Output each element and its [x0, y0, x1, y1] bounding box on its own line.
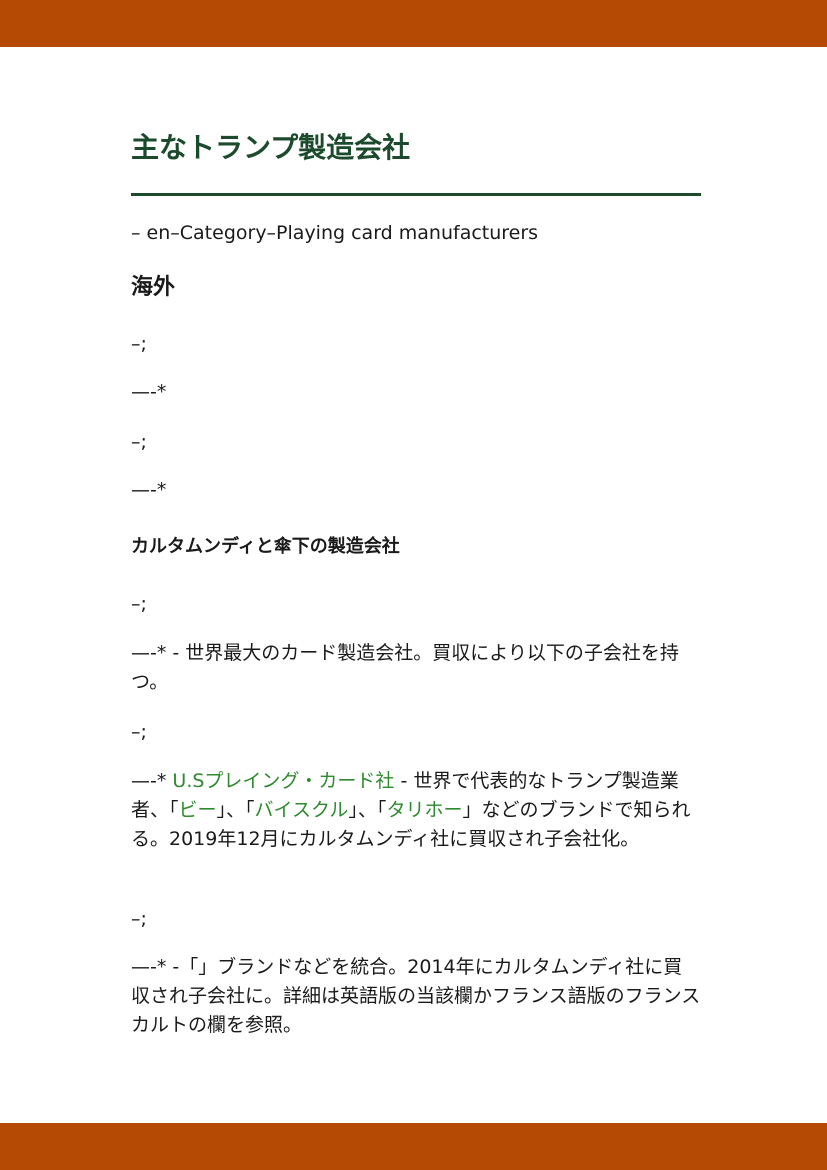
page-title: 主なトランプ製造会社: [131, 131, 411, 164]
section-heading-cartamundi: カルタムンディと傘下の製造会社: [131, 536, 400, 557]
item-text: 」、「: [348, 799, 387, 821]
list-marker: –;: [131, 431, 147, 453]
list-marker: —-*: [131, 479, 167, 501]
link-bicycle[interactable]: バイスクル: [255, 799, 349, 821]
list-item-france-cartes: —-* -「」ブランドなどを統合。2014年にカルタムンディ社に買収され子会社に…: [131, 956, 701, 1036]
list-marker: –;: [131, 721, 147, 743]
title-divider: [131, 193, 701, 196]
list-marker: –;: [131, 333, 147, 355]
item-prefix: —-*: [131, 770, 173, 792]
list-marker: –;: [131, 908, 147, 930]
list-item-cartamundi: —-* - 世界最大のカード製造会社。買収により以下の子会社を持つ。: [131, 642, 679, 693]
category-line: – en–Category–Playing card manufacturers: [131, 222, 539, 244]
item-text: 」、「: [216, 799, 255, 821]
link-bee[interactable]: ビー: [179, 799, 217, 821]
list-marker: —-*: [131, 381, 167, 403]
list-marker: –;: [131, 593, 147, 615]
link-tally-ho[interactable]: タリホー: [386, 799, 462, 821]
list-item-usplayingcard: —-* U.Sプレイング・カード社 - 世界で代表的なトランプ製造業者、「ビー」…: [131, 767, 701, 854]
footer-band: [0, 1123, 827, 1170]
header-band: [0, 0, 827, 47]
section-heading-overseas: 海外: [131, 275, 176, 300]
link-us-playing-card[interactable]: U.Sプレイング・カード社: [172, 770, 394, 792]
